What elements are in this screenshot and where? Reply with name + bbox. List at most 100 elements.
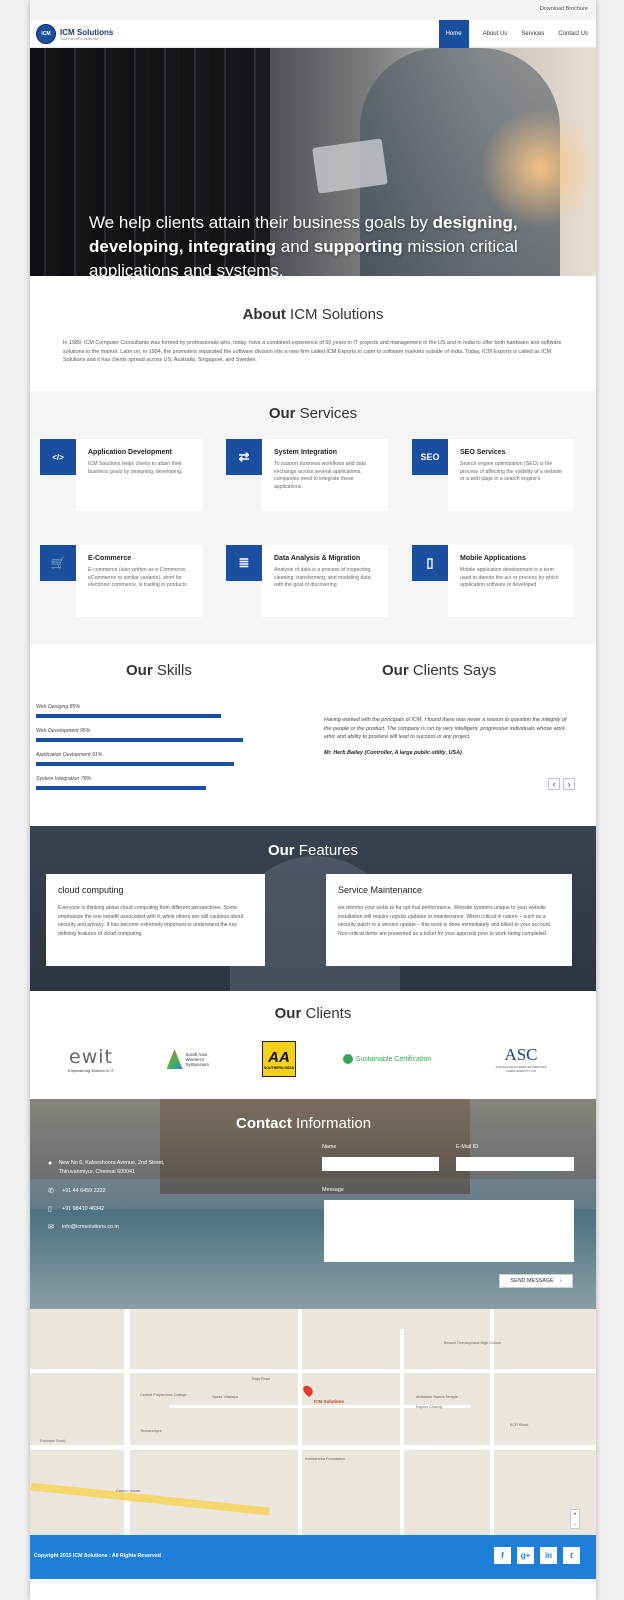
map-label: Kapoor Chandy [416,1405,443,1409]
highway-road [30,1482,270,1516]
about-section: About ICM Solutions In 1989, ICM Compute… [30,276,596,391]
contact-phone-1: ✆ +91 44 6459 2222 [48,1188,106,1195]
sustainable-wordmark: Sustainable Certification [355,1055,432,1063]
map-zoom-control[interactable]: + − [570,1509,580,1529]
cart-icon: 🛒 [40,545,76,581]
clients-title: Our Clients [274,1005,352,1022]
send-message-button[interactable]: SEND MESSAGE › [499,1274,573,1288]
facebook-icon[interactable]: f [494,1547,511,1564]
skill-bar [36,762,234,766]
map-label: Rukmani Road [40,1439,66,1443]
client-logo-ewit[interactable]: ewit Empowering Women In IT [56,1041,126,1077]
nav-contact[interactable]: Contact Us [558,20,588,48]
hero-headline: We help clients attain their business go… [89,213,518,276]
google-plus-icon[interactable]: g+ [517,1547,534,1564]
location-pin-icon[interactable] [301,1383,315,1398]
mobile-icon: ▯ [412,545,448,581]
skill-label: Web Desiging 85% [36,704,81,710]
skill-item: Application Devlopment 91% [36,752,234,766]
skill-item: System Integration 78% [36,776,206,790]
feature-title: cloud computing [58,885,124,895]
copyright-text: Copyright 2015 ICM Solutions : All Right… [34,1553,161,1559]
download-brochure-link[interactable]: Download Brochure [540,6,588,12]
aa-wordmark: AA [268,1048,290,1066]
phone-icon: ✆ [48,1188,54,1195]
services-section: Our Services </> Application Development… [30,391,596,644]
feature-card: cloud computing Everyone is thinking abo… [46,874,265,966]
map-road [298,1309,302,1535]
social-links: f g+ in t [488,1547,580,1564]
zoom-out-button[interactable]: − [571,1520,579,1530]
tablet-image [312,138,388,194]
butterfly-icon [166,1049,183,1069]
zoom-in-button[interactable]: + [571,1510,579,1520]
ewit-wordmark: ewit [69,1045,113,1068]
client-logo-aa[interactable]: AA SOUTHERN INDIA [262,1041,296,1077]
chevron-left-icon[interactable]: ‹ [548,778,560,790]
service-text: To support business workflows and data e… [274,461,366,490]
nav-services[interactable]: Services [521,20,544,48]
service-title: Application Development [88,449,173,456]
nav-about[interactable]: About Us [483,20,508,48]
contact-email: ✉ info@icmsolutions.co.in [48,1224,119,1231]
client-logo-asc[interactable]: ASC AUSTRALIAN ACCREDITED SERVICES COMPL… [486,1041,556,1077]
service-card[interactable]: ▯ Mobile Applications Mobile application … [412,545,574,617]
message-field[interactable] [324,1200,574,1262]
brand-tagline: Your Partner in Business [60,36,99,41]
nav-home[interactable]: Home [438,20,469,48]
header: ICM ICM Solutions Your Partner in Busine… [30,20,596,48]
chevron-right-icon: › [559,1278,562,1284]
services-title: Our Services [268,405,358,422]
client-logo-sustainable[interactable]: Sustainable Certification [323,1041,451,1077]
page: Download Brochure ICM ICM Solutions Your… [30,0,596,1600]
brand-name: ICM Solutions [60,27,114,37]
mobile-phone-icon: ▯ [48,1206,52,1213]
location-map[interactable]: Besant Theosophical High School Central … [30,1309,596,1535]
service-text: Mobile application development is a term… [460,567,559,589]
leaf-icon [342,1054,353,1064]
email-label: E-Mail ID [456,1144,479,1150]
linkedin-icon[interactable]: in [540,1547,557,1564]
testimonials-title: Our Clients Says [382,662,497,679]
light-glow [480,108,596,228]
skill-bar [36,738,243,742]
feature-text: we monitor your webs te for opt mal perf… [338,905,552,937]
database-icon: ≣ [226,545,262,581]
map-pin-label: ICM Solutions [314,1399,344,1404]
twitter-icon[interactable]: t [563,1547,580,1564]
map-road [400,1329,404,1535]
ewit-subtitle: Empowering Women In IT [67,1067,115,1073]
client-logo-saw[interactable]: South Asia Women's Symposium [165,1041,225,1077]
service-card[interactable]: ⇄ System Integration To support business … [226,439,388,511]
service-text: Search engine optimization (SEO) is the … [460,461,562,483]
asc-wordmark: ASC [504,1045,538,1064]
chevron-right-icon[interactable]: › [563,778,575,790]
service-text: ICM Solutions helps clients to attain th… [88,461,183,475]
hero-banner: We help clients attain their business go… [30,48,596,276]
map-label: Carbon House [116,1489,141,1493]
service-card[interactable]: SEO SEO Services Search engine optimizati… [412,439,574,511]
contact-title: Contact Information [236,1115,372,1132]
map-label: Besant Theosophical High School [444,1341,501,1345]
skill-bar [36,786,206,790]
name-label: Name [322,1144,337,1150]
castle-image [160,1099,470,1194]
service-card[interactable]: </> Application Development ICM Solutions… [40,439,202,511]
sync-icon: ⇄ [226,439,262,475]
map-label: Kalakshetra Foundation [305,1457,346,1461]
service-title: SEO Services [460,449,506,456]
skill-bar [36,714,221,718]
main-nav: Home About Us Services Contact Us [438,20,588,48]
map-road [30,1445,596,1450]
service-card[interactable]: 🛒 E-Commerce E-commerce (also written as … [40,545,202,617]
testimonial-quote: Having worked with the principals of ICM… [324,717,567,740]
map-label: ECR Block [510,1423,529,1427]
name-field[interactable] [322,1157,439,1171]
map-road [30,1369,596,1373]
service-card[interactable]: ≣ Data Analysis & Migration Analysis of d… [226,545,388,617]
email-field[interactable] [456,1157,574,1171]
saw-wordmark: South Asia Women's Symposium [185,1051,210,1067]
monitor-icon: </> [40,439,76,475]
logo[interactable]: ICM ICM Solutions Your Partner in Busine… [36,24,113,44]
service-text: Analysis of data is a process of inspect… [274,567,372,589]
